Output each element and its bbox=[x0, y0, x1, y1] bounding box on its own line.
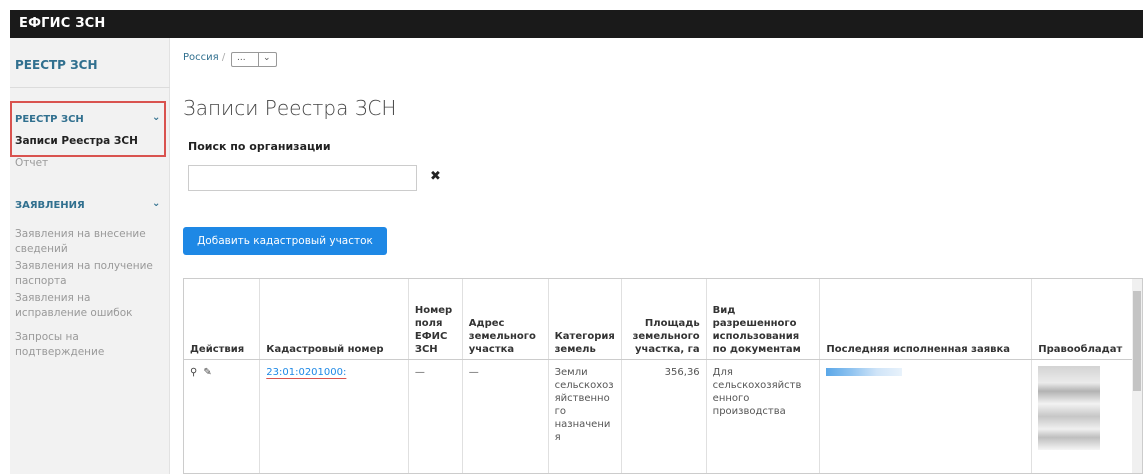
top-bar: ЕФГИС ЗСН bbox=[10, 10, 1143, 38]
search-label: Поиск по организации bbox=[188, 140, 331, 153]
col-field-number: Номер поля ЕФИС ЗСН bbox=[408, 279, 463, 360]
row-address: — bbox=[462, 359, 549, 473]
row-field-number: — bbox=[408, 359, 463, 473]
col-cadastral-number: Кадастровый номер bbox=[259, 279, 409, 360]
breadcrumb-root-link[interactable]: Россия bbox=[183, 52, 219, 63]
page-title: Записи Реестра ЗСН bbox=[183, 96, 397, 120]
col-actions: Действия bbox=[184, 279, 261, 360]
row-area: 356,36 bbox=[621, 359, 707, 473]
organization-search-input[interactable] bbox=[188, 165, 417, 191]
col-last-request: Последняя исполненная заявка bbox=[819, 279, 1033, 360]
breadcrumb: Россия / bbox=[183, 52, 225, 63]
table-scrollbar[interactable] bbox=[1132, 279, 1142, 473]
edit-pencil-icon[interactable]: ✎ bbox=[203, 366, 211, 379]
chevron-down-icon[interactable]: ⌄ bbox=[152, 198, 160, 209]
row-cadastral-cell: 23:01:0201000: bbox=[259, 359, 409, 473]
col-address: Адрес земельного участка bbox=[462, 279, 549, 360]
sidebar-item-report[interactable]: Отчет bbox=[15, 156, 165, 171]
row-land-category: Земли сельскохоз яйственно го назначени … bbox=[548, 359, 622, 473]
col-permitted-use: Вид разрешенного использования по докуме… bbox=[706, 279, 821, 360]
clear-search-icon[interactable]: ✖ bbox=[430, 169, 441, 184]
row-rights-holder bbox=[1031, 359, 1142, 473]
col-rights-holder: Правообладат bbox=[1031, 279, 1142, 360]
add-cadastral-plot-button[interactable]: Добавить кадастровый участок bbox=[183, 227, 387, 255]
section-registry-header[interactable]: РЕЕСТР ЗСН bbox=[15, 114, 84, 125]
map-pin-icon[interactable]: ⚲ bbox=[190, 366, 197, 379]
sidebar-item-apps-fix-errors[interactable]: Заявления на исправление ошибок bbox=[15, 291, 165, 321]
col-area: Площадь земельного участка, га bbox=[621, 279, 707, 360]
sidebar-item-confirm-requests[interactable]: Запросы на подтверждение bbox=[15, 330, 165, 360]
cadastral-number-link[interactable]: 23:01:0201000: bbox=[266, 367, 346, 378]
table-row: ⚲ ✎ 23:01:0201000: — — Земли сельскохоз я… bbox=[184, 359, 1142, 473]
table-header-row: Действия Кадастровый номер Номер поля ЕФ… bbox=[184, 279, 1142, 360]
sidebar-title[interactable]: РЕЕСТР ЗСН bbox=[15, 58, 98, 72]
sidebar-divider bbox=[10, 87, 170, 88]
sidebar-item-apps-add-info[interactable]: Заявления на внесение сведений bbox=[15, 227, 165, 257]
scrollbar-thumb[interactable] bbox=[1133, 291, 1141, 391]
sidebar-item-registry-records[interactable]: Записи Реестра ЗСН bbox=[15, 135, 138, 147]
breadcrumb-separator: / bbox=[221, 52, 226, 63]
redacted-request-link[interactable] bbox=[826, 367, 903, 376]
redacted-rights-holder bbox=[1038, 365, 1101, 450]
section-applications-header[interactable]: ЗАЯВЛЕНИЯ bbox=[15, 200, 85, 211]
col-land-category: Категория земель bbox=[548, 279, 622, 360]
highlight-box bbox=[10, 101, 166, 157]
chevron-down-icon: ⌄ bbox=[258, 53, 271, 66]
row-last-request bbox=[819, 359, 1033, 473]
chevron-down-icon[interactable]: ⌄ bbox=[152, 112, 160, 123]
sidebar-item-apps-passport[interactable]: Заявления на получение паспорта bbox=[15, 259, 165, 289]
row-permitted-use: Для сельскохозяйств енного производства bbox=[706, 359, 821, 473]
row-actions: ⚲ ✎ bbox=[184, 359, 261, 473]
breadcrumb-dropdown[interactable]: ... ⌄ bbox=[231, 52, 277, 67]
breadcrumb-dropdown-label: ... bbox=[237, 53, 246, 63]
registry-table: Действия Кадастровый номер Номер поля ЕФ… bbox=[183, 278, 1143, 474]
sidebar: РЕЕСТР ЗСН РЕЕСТР ЗСН ⌄ Записи Реестра З… bbox=[10, 38, 170, 474]
app-brand[interactable]: ЕФГИС ЗСН bbox=[19, 16, 105, 31]
